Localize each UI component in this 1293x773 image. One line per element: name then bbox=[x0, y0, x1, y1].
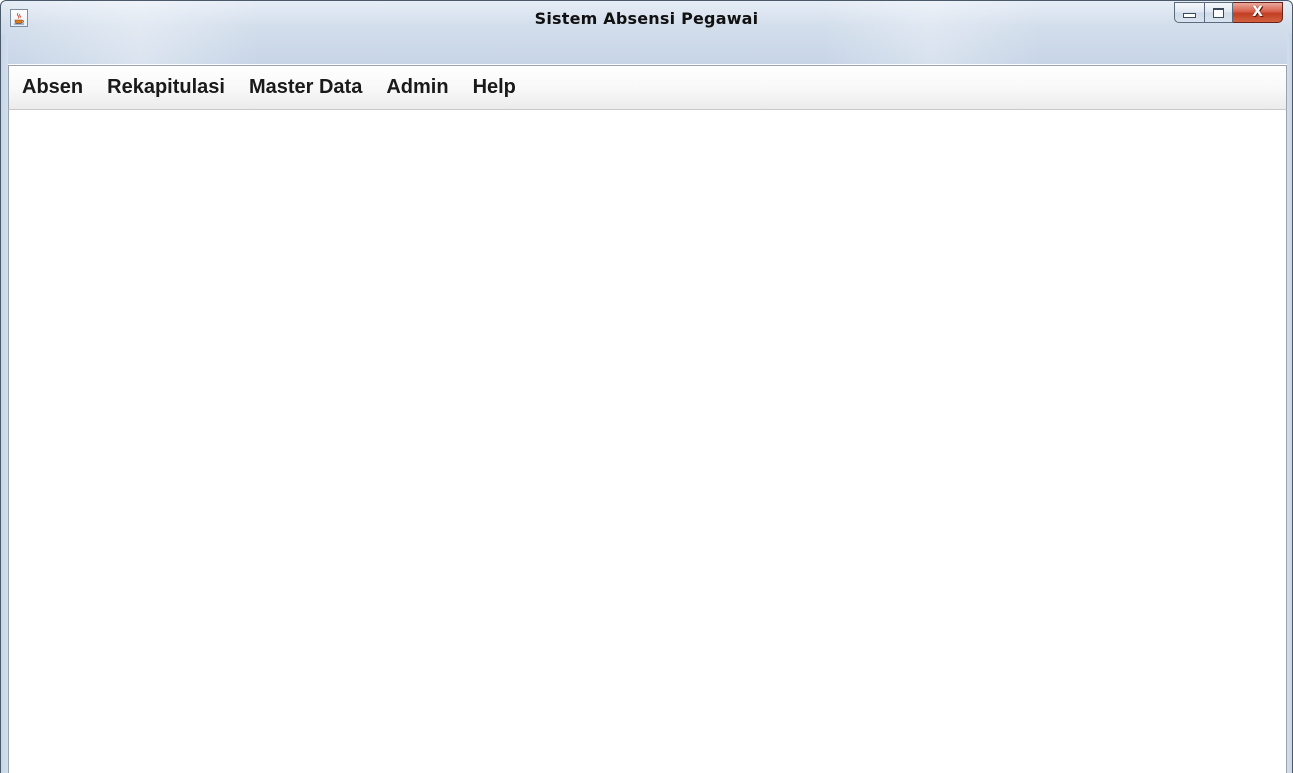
minimize-icon bbox=[1183, 13, 1196, 18]
menu-master-data[interactable]: Master Data bbox=[237, 76, 374, 99]
main-content-area bbox=[8, 110, 1287, 773]
menu-admin[interactable]: Admin bbox=[374, 76, 460, 99]
title-row: Sistem Absensi Pegawai X bbox=[1, 1, 1292, 35]
minimize-button[interactable] bbox=[1174, 2, 1204, 23]
maximize-button[interactable] bbox=[1204, 2, 1233, 23]
close-icon: X bbox=[1252, 3, 1263, 20]
window-title: Sistem Absensi Pegawai bbox=[534, 9, 759, 28]
app-window: Sistem Absensi Pegawai X Absen Rekapitul… bbox=[0, 0, 1293, 773]
window-frame-right bbox=[1287, 34, 1293, 773]
close-button[interactable]: X bbox=[1233, 2, 1283, 23]
menu-help[interactable]: Help bbox=[461, 76, 528, 99]
caption-buttons: X bbox=[1174, 2, 1283, 23]
maximize-icon bbox=[1213, 7, 1224, 18]
menu-rekapitulasi[interactable]: Rekapitulasi bbox=[95, 76, 237, 99]
menu-absen[interactable]: Absen bbox=[21, 76, 95, 99]
title-bar[interactable]: Sistem Absensi Pegawai X bbox=[0, 0, 1293, 64]
menu-bar: Absen Rekapitulasi Master Data Admin Hel… bbox=[8, 65, 1287, 110]
window-frame-left bbox=[0, 34, 8, 773]
